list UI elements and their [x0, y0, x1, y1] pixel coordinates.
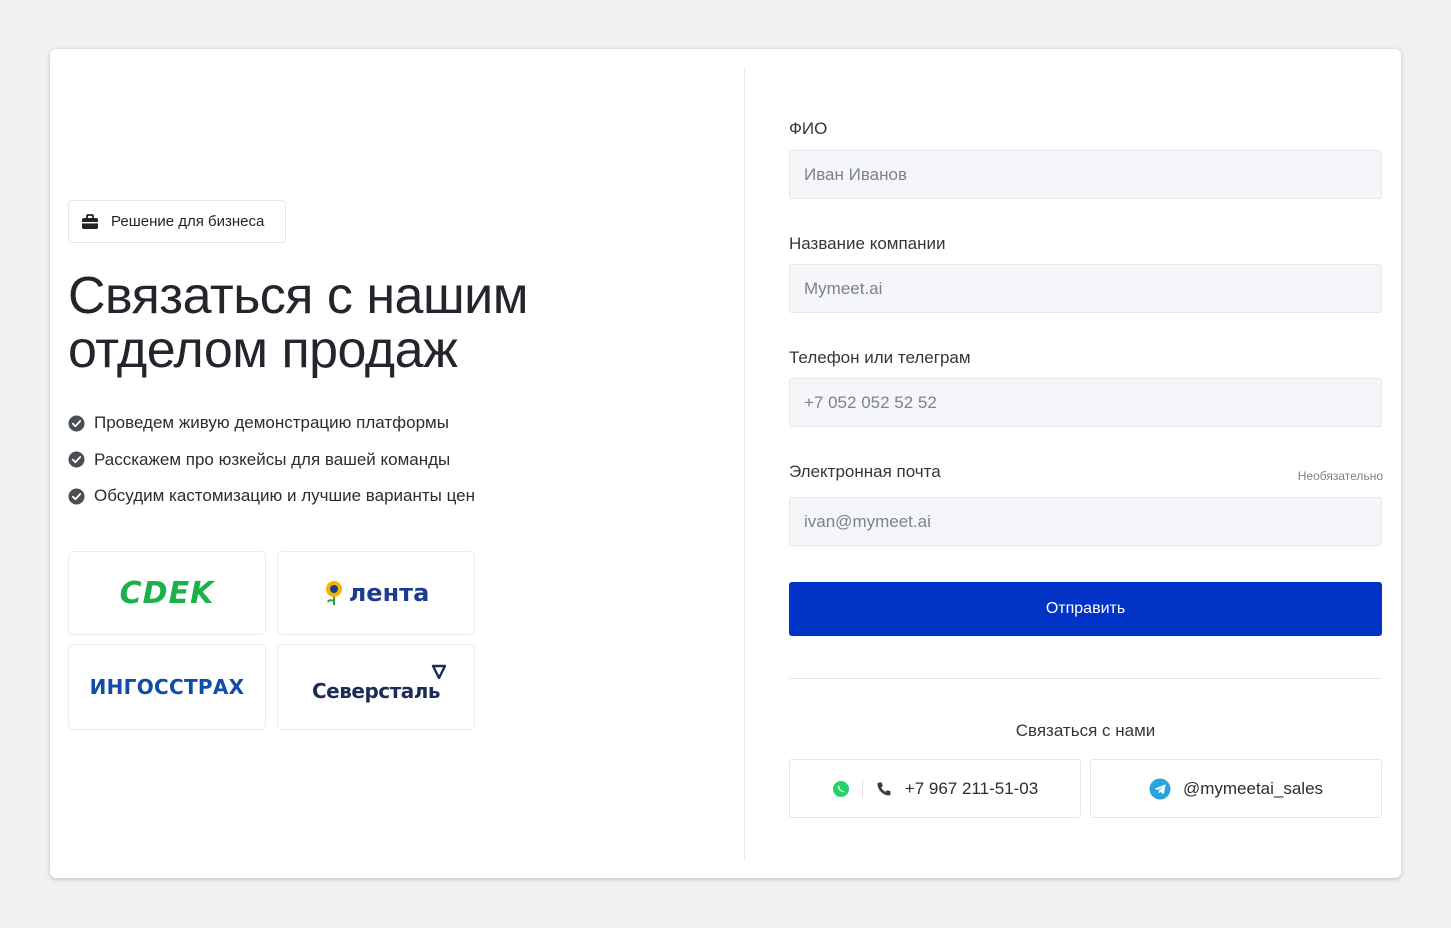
check-circle-icon: [68, 415, 85, 431]
page-title: Связаться с нашим отделом продаж: [68, 269, 688, 377]
ingosstrakh-wordmark: ИНГОССТРАХ: [89, 675, 245, 699]
logo-ingosstrakh: ИНГОССТРАХ: [68, 644, 266, 730]
phone-number: +7 967 211-51-03: [904, 778, 1039, 798]
submit-button[interactable]: Отправить: [789, 582, 1382, 636]
benefit-item: Обсудим кастомизацию и лучшие варианты ц…: [68, 484, 475, 508]
severstal-mark-icon: [431, 664, 447, 680]
logo-lenta: лента: [277, 551, 475, 635]
telegram-handle: @mymeetai_sales: [1182, 778, 1324, 798]
company-label: Название компании: [789, 234, 946, 253]
fio-label: ФИО: [789, 119, 828, 138]
business-badge: Решение для бизнеса: [68, 200, 286, 243]
benefit-text: Обсудим кастомизацию и лучшие варианты ц…: [94, 486, 475, 505]
benefit-item: Расскажем про юзкейсы для вашей команды: [68, 448, 475, 472]
fio-input[interactable]: [789, 150, 1382, 199]
benefit-item: Проведем живую демонстрацию платформы: [68, 411, 475, 435]
phone-contact-button[interactable]: +7 967 211-51-03: [789, 759, 1081, 818]
company-input[interactable]: [789, 264, 1382, 313]
benefit-text: Проведем живую демонстрацию платформы: [94, 413, 449, 432]
cdek-wordmark: CDEK: [119, 575, 215, 611]
lenta-wordmark: лента: [348, 579, 430, 607]
benefits-list: Проведем живую демонстрацию платформы Ра…: [68, 411, 475, 521]
badge-label: Решение для бизнеса: [111, 213, 265, 230]
phone-input[interactable]: [789, 378, 1382, 427]
phone-label: Телефон или телеграм: [789, 348, 971, 367]
title-line-1: Связаться с нашим: [68, 267, 528, 325]
email-input[interactable]: [789, 497, 1382, 546]
column-divider: [744, 67, 745, 860]
sunflower-icon: [325, 581, 342, 605]
section-divider: [789, 678, 1382, 679]
contact-separator: [861, 779, 863, 798]
logo-severstal: Северсталь: [277, 644, 475, 730]
logo-cdek: CDEK: [68, 551, 266, 635]
optional-hint: Необязательно: [1297, 469, 1383, 483]
whatsapp-icon: [832, 780, 849, 797]
check-circle-icon: [68, 488, 85, 504]
contact-card: Решение для бизнеса Связаться с нашим от…: [50, 49, 1401, 878]
benefit-text: Расскажем про юзкейсы для вашей команды: [94, 449, 451, 469]
severstal-wordmark: Северсталь: [311, 679, 441, 703]
email-label: Электронная почта: [789, 462, 941, 481]
telegram-icon: [1149, 778, 1171, 799]
briefcase-icon: [82, 213, 98, 229]
contacts-title: Связаться с нами: [1015, 721, 1156, 740]
title-line-2: отделом продаж: [68, 321, 458, 379]
check-circle-icon: [68, 451, 85, 468]
phone-icon: [877, 782, 891, 795]
telegram-contact-button[interactable]: @mymeetai_sales: [1090, 759, 1382, 818]
